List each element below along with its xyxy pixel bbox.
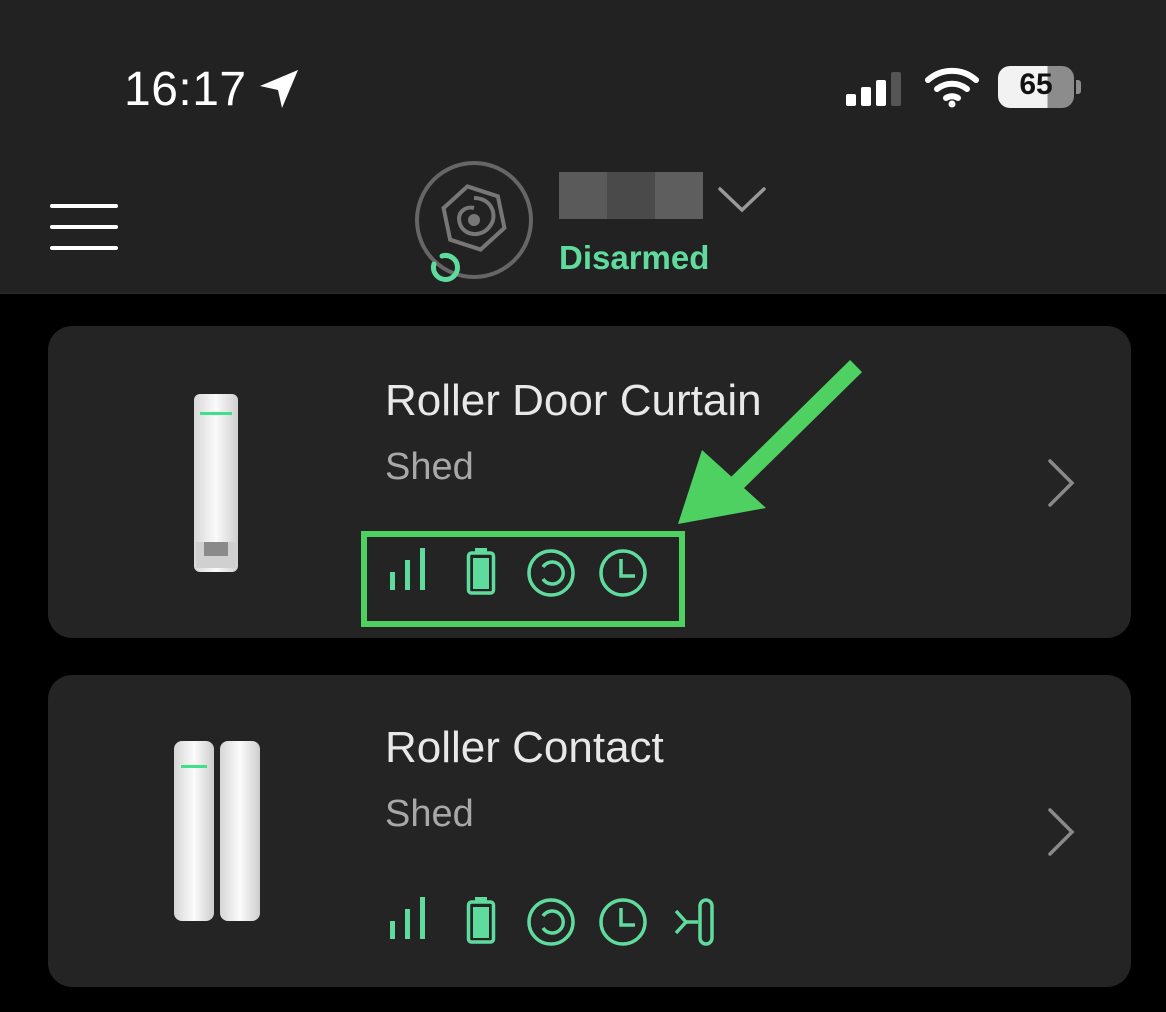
sync-icon (527, 898, 575, 946)
cellular-signal-icon (846, 72, 901, 106)
redaction-block (655, 172, 703, 219)
chevron-down-icon[interactable] (718, 186, 766, 214)
hub-status: Disarmed (559, 239, 710, 276)
chevron-right-icon[interactable] (1046, 807, 1076, 857)
hub-avatar-icon[interactable] (412, 160, 536, 284)
device-card[interactable]: Roller Contact Shed (48, 675, 1131, 987)
annotation-arrow-icon (678, 360, 863, 524)
battery-level: 65 (1019, 68, 1053, 101)
location-arrow-icon (260, 70, 298, 108)
battery-icon (466, 897, 496, 944)
annotation-highlight-box (361, 531, 685, 627)
device-name: Roller Contact (385, 723, 664, 772)
device-room: Shed (385, 446, 474, 488)
door-contact-sensor-image (174, 741, 260, 921)
motion-curtain-detector-image (194, 394, 238, 572)
battery-indicator: 65 (998, 66, 1081, 108)
hub-name-redacted[interactable] (559, 172, 703, 219)
wifi-icon (925, 67, 979, 108)
hamburger-menu-icon[interactable] (50, 204, 118, 250)
chevron-right-icon[interactable] (1046, 458, 1076, 508)
delay-clock-icon (599, 898, 647, 946)
device-room: Shed (385, 793, 474, 835)
top-bar: 16:17 65 Disarmed (0, 0, 1166, 294)
contact-sensor-icon (674, 898, 714, 946)
status-time: 16:17 (124, 63, 247, 116)
redaction-block (607, 172, 655, 219)
signal-strength-icon (390, 897, 425, 939)
redaction-block (559, 172, 607, 219)
